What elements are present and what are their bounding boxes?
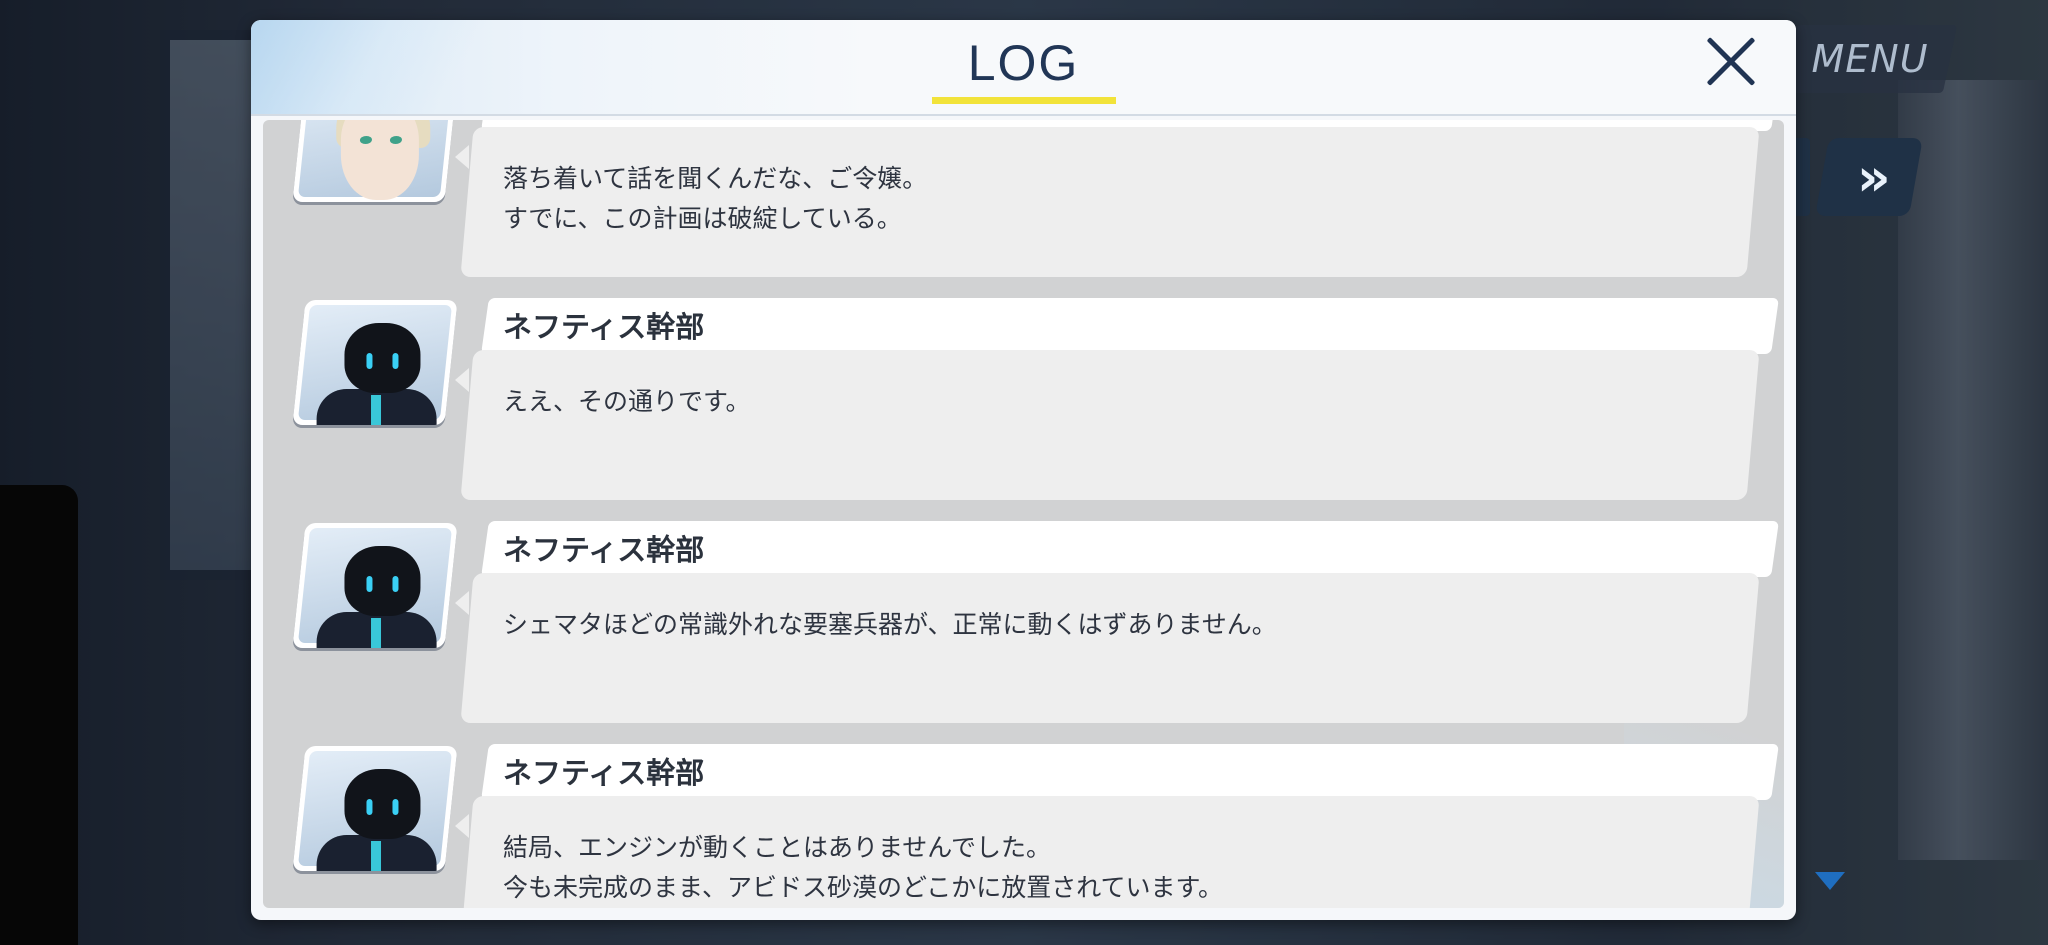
dialogue-bubble: [460, 350, 1760, 500]
log-entry: 落ち着いて話を聞くんだな、ご令嬢。 すでに、この計画は破綻している。: [263, 120, 1784, 277]
dialogue-line: シェマタほどの常識外れな要塞兵器が、正常に動くはずありません。: [503, 610, 1277, 639]
dialogue-line: 結局、エンジンが動くことはありませんでした。: [503, 833, 1052, 862]
left-dark-panel: [0, 485, 78, 945]
menu-button[interactable]: MENU: [1782, 25, 1958, 93]
robot-avatar[interactable]: [292, 300, 458, 425]
dialogue-bubble: [460, 573, 1760, 723]
dialogue-line: すでに、この計画は破綻している。: [503, 204, 902, 233]
title-underline: [932, 97, 1116, 104]
speaker-name: ネフティス幹部: [503, 756, 705, 790]
speaker-name: ネフティス幹部: [503, 310, 705, 344]
dialogue-line: 今も未完成のまま、アビドス砂漠のどこかに放置されています。: [503, 873, 1224, 902]
log-header: LOG: [251, 20, 1796, 116]
dialogue-line: ええ、その通りです。: [503, 387, 751, 416]
scroll-down-icon[interactable]: [1815, 872, 1845, 890]
girl-avatar[interactable]: [292, 120, 458, 202]
dialogue-line: 落ち着いて話を聞くんだな、ご令嬢。: [503, 164, 928, 193]
fast-forward-button[interactable]: »: [1815, 138, 1923, 216]
fast-forward-icon: »: [1857, 148, 1881, 208]
log-entry: ネフティス幹部 結局、エンジンが動くことはありませんでした。 今も未完成のまま、…: [263, 736, 1784, 908]
log-entry: ネフティス幹部 ええ、その通りです。: [263, 290, 1784, 500]
close-button[interactable]: [1703, 34, 1759, 90]
menu-label: MENU: [1811, 37, 1929, 81]
robot-avatar[interactable]: [292, 746, 458, 871]
header-divider: [251, 114, 1796, 116]
robot-avatar[interactable]: [292, 523, 458, 648]
log-list[interactable]: 落ち着いて話を聞くんだな、ご令嬢。 すでに、この計画は破綻している。 ネフティス…: [263, 120, 1784, 908]
log-title: LOG: [967, 35, 1080, 91]
speaker-name: ネフティス幹部: [503, 533, 705, 567]
log-entry: ネフティス幹部 シェマタほどの常識外れな要塞兵器が、正常に動くはずありません。: [263, 513, 1784, 723]
log-window: LOG 落ち着いて話を聞くんだな、ご令嬢。 すでに、この計画は破綻している。 ネ…: [251, 20, 1796, 920]
